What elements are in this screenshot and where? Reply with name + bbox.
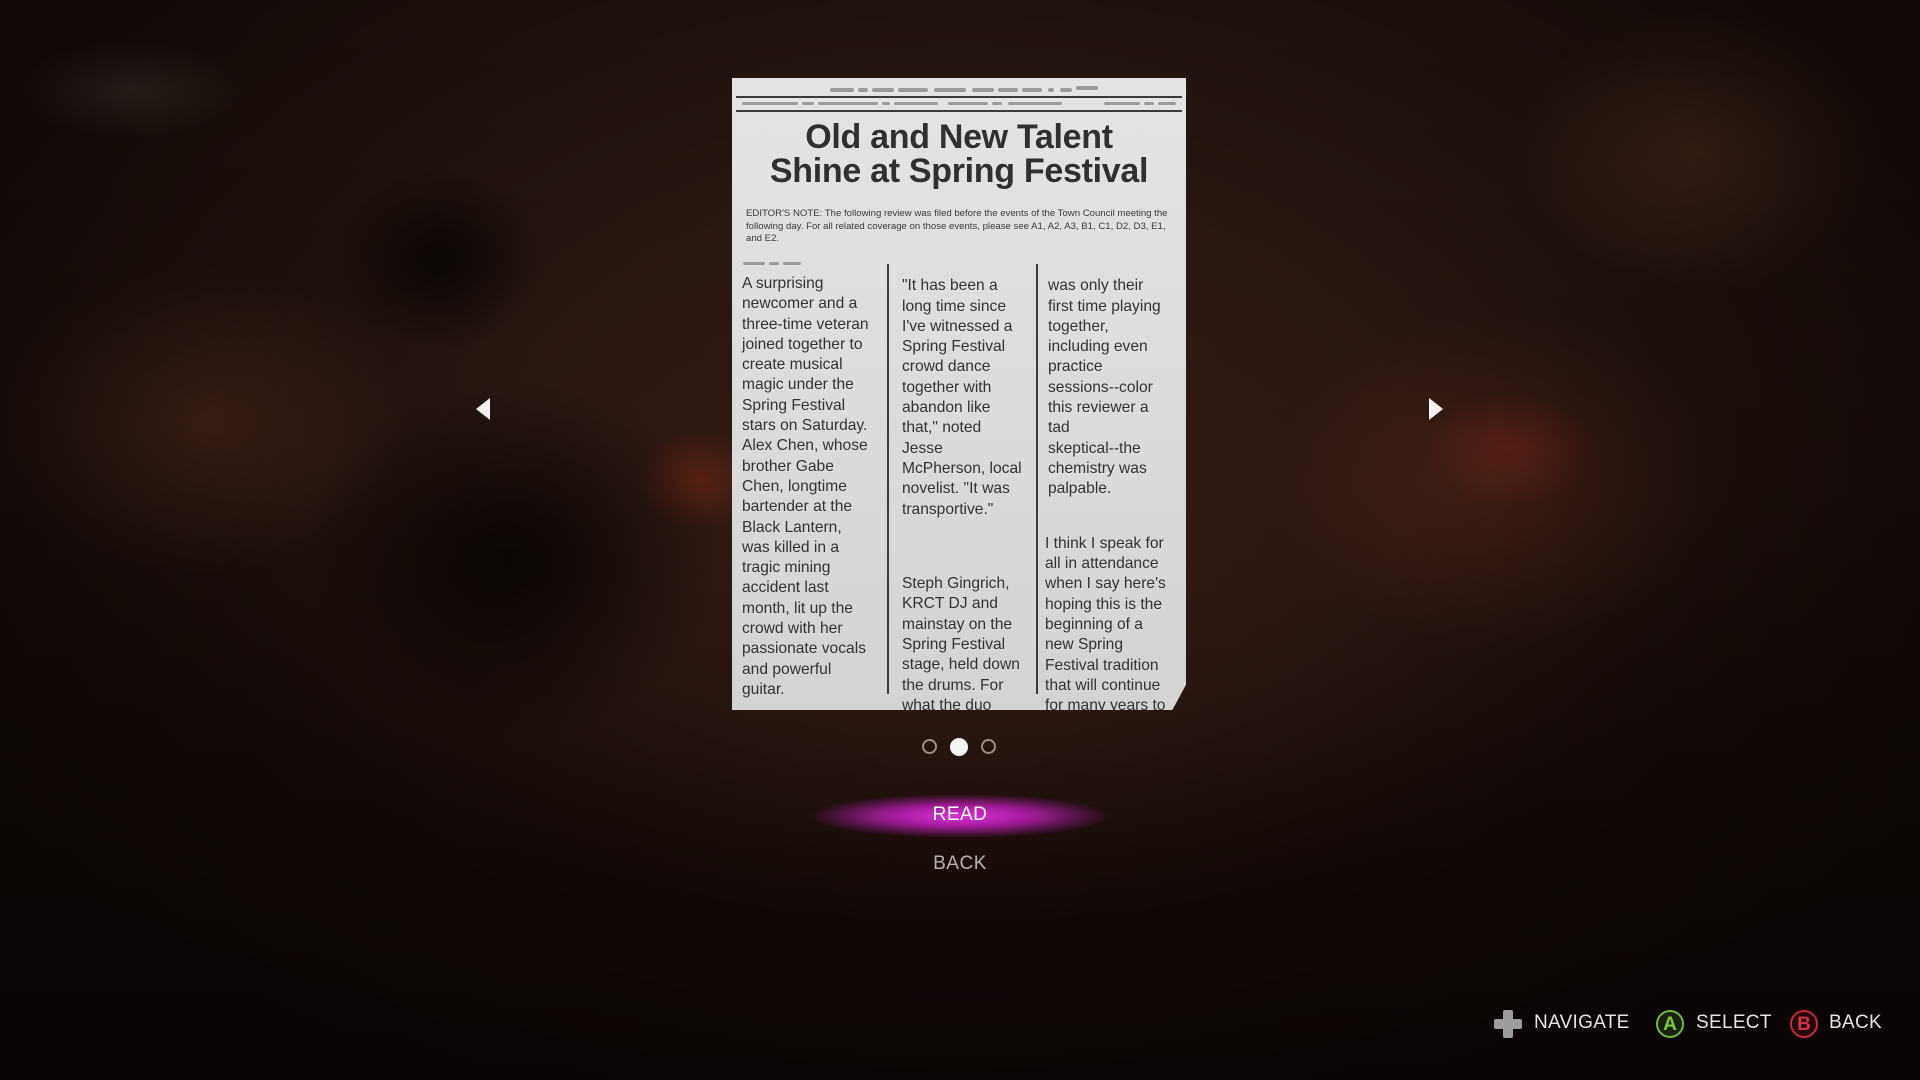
- byline-dash: [743, 262, 765, 265]
- masthead-dash: [818, 102, 878, 105]
- masthead-dash: [1008, 102, 1062, 105]
- column-divider: [887, 264, 889, 694]
- back-button[interactable]: BACK: [860, 853, 1060, 875]
- a-button-icon[interactable]: A: [1656, 1010, 1684, 1038]
- masthead-dash: [1060, 88, 1072, 92]
- select-prompt-label[interactable]: SELECT: [1696, 1008, 1772, 1038]
- masthead-dash: [1048, 88, 1054, 92]
- masthead-dash: [1076, 86, 1098, 90]
- masthead-dash: [872, 88, 894, 92]
- masthead-dash: [898, 88, 928, 92]
- newspaper-masthead: [732, 78, 1186, 114]
- column-2-paragraph-1: "It has been a long time since I've witn…: [902, 277, 1022, 518]
- masthead-dash: [858, 88, 868, 92]
- masthead-dash: [894, 102, 938, 105]
- masthead-dash: [1104, 102, 1140, 105]
- headline-line-1: Old and New Talent: [805, 118, 1113, 156]
- article-column-2: "It has been a long time since I've witn…: [902, 256, 1038, 710]
- masthead-dash: [998, 88, 1018, 92]
- headline-line-2: Shine at Spring Festival: [769, 152, 1149, 190]
- column-divider: [1036, 264, 1038, 694]
- page-indicator: [920, 738, 1000, 759]
- masthead-dash: [882, 102, 890, 105]
- read-button[interactable]: READ: [860, 804, 1060, 826]
- back-prompt-label[interactable]: BACK: [1829, 1008, 1882, 1038]
- column-3-paragraph-2: I think I speak for all in attendance wh…: [1045, 534, 1166, 715]
- article-column-1: A surprising newcomer and a three-time v…: [742, 275, 869, 698]
- masthead-dash: [934, 88, 966, 92]
- masthead-rule: [736, 110, 1182, 112]
- masthead-dash: [830, 88, 854, 92]
- masthead-dash: [802, 102, 814, 105]
- navigate-prompt-label: NAVIGATE: [1534, 1012, 1630, 1033]
- article-column-3: was only their first time playing togeth…: [1045, 256, 1184, 715]
- newspaper-page: Old and New Talent Shine at Spring Festi…: [732, 78, 1186, 710]
- previous-page-arrow-icon[interactable]: [476, 398, 490, 420]
- editor-note: EDITOR'S NOTE: The following review was …: [746, 208, 1168, 244]
- masthead-dash: [1144, 102, 1154, 105]
- masthead-dash: [948, 102, 988, 105]
- article-headline: Old and New Talent Shine at Spring Festi…: [742, 120, 1176, 188]
- column-3-paragraph-1: was only their first time playing togeth…: [1048, 277, 1161, 498]
- dpad-icon: [1494, 1010, 1522, 1038]
- byline-dash: [769, 262, 779, 265]
- next-page-arrow-icon[interactable]: [1429, 398, 1443, 420]
- page-dot-2-active[interactable]: [950, 738, 968, 756]
- b-button-icon[interactable]: B: [1790, 1010, 1818, 1038]
- masthead-dash: [972, 88, 994, 92]
- masthead-dash: [742, 102, 798, 105]
- masthead-dash: [1022, 88, 1042, 92]
- page-dot-1[interactable]: [922, 739, 937, 754]
- masthead-rule: [736, 96, 1182, 98]
- masthead-dash: [992, 102, 1002, 105]
- byline-dash: [783, 262, 801, 265]
- page-dot-3[interactable]: [981, 739, 996, 754]
- masthead-dash: [1158, 102, 1176, 105]
- byline-placeholder: [743, 262, 803, 266]
